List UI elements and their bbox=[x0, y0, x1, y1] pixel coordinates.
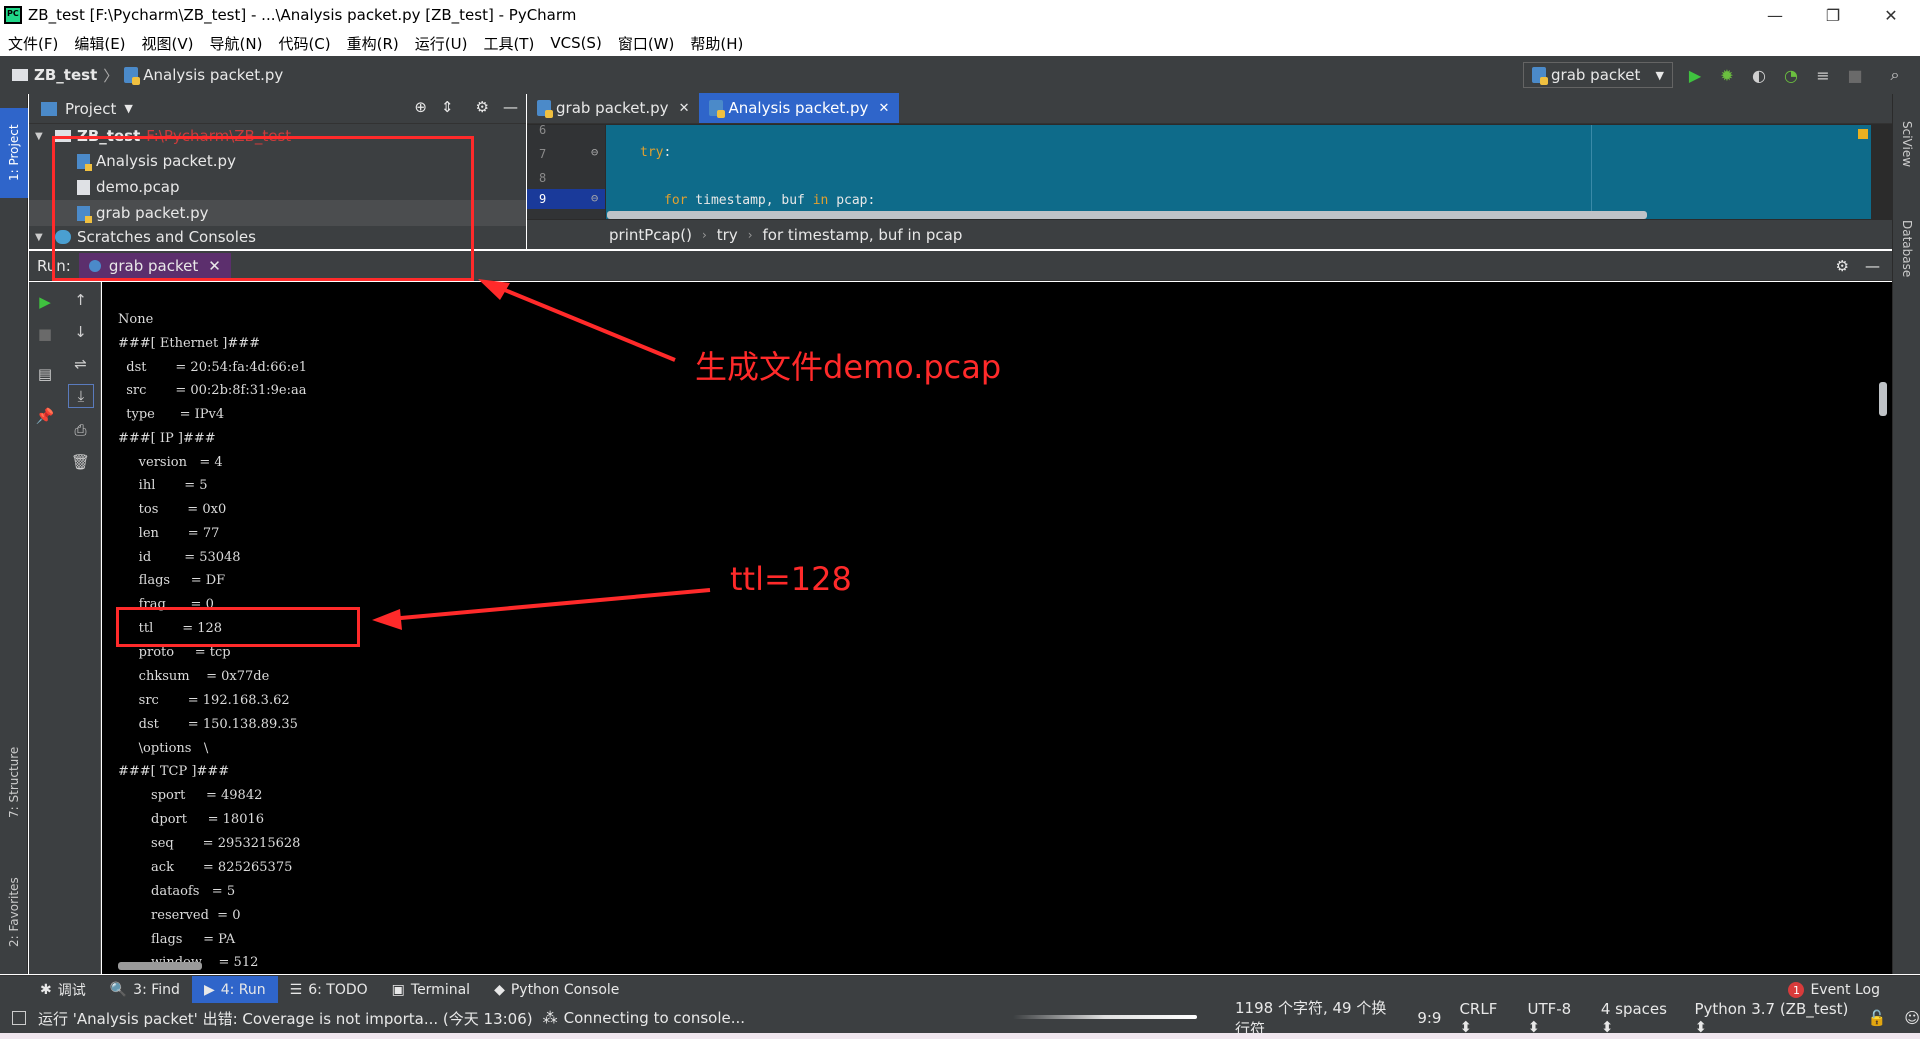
error-badge: 1 bbox=[1788, 982, 1805, 998]
status-bar: 运行 'Analysis packet' 出错: Coverage is not… bbox=[0, 999, 1920, 1038]
annotation-ttl-note: ttl=128 bbox=[730, 560, 852, 598]
status-encoding[interactable]: UTF-8 ⬍ bbox=[1527, 1000, 1582, 1036]
status-caret-position[interactable]: 9:9 bbox=[1417, 1009, 1441, 1027]
tool-tab-label: Python Console bbox=[510, 981, 620, 998]
toggle-tool-windows-icon[interactable] bbox=[12, 1011, 26, 1025]
status-indent[interactable]: 4 spaces ⬍ bbox=[1601, 1000, 1677, 1036]
tool-tab-terminal[interactable]: ▣ Terminal bbox=[380, 976, 482, 1004]
annotation-file-note: 生成文件demo.pcap bbox=[695, 348, 1002, 386]
progress-bar bbox=[1013, 1015, 1197, 1019]
status-message[interactable]: 运行 'Analysis packet' 出错: Coverage is not… bbox=[38, 1008, 533, 1029]
tool-tab-label: 调试 bbox=[57, 982, 86, 999]
taskbar-edge bbox=[0, 1033, 1920, 1039]
run-icon: ▶ bbox=[203, 981, 215, 998]
debug-icon: ✱ bbox=[40, 981, 52, 998]
lock-icon[interactable]: 🔓 bbox=[1868, 1009, 1887, 1027]
list-icon: ☰ bbox=[289, 981, 303, 998]
tool-window-bar: ✱ 调试 🔍 3: Find ▶ 4: Run ☰ 6: TODO ▣ Term… bbox=[0, 975, 1920, 1004]
tool-tab-find[interactable]: 🔍 3: Find bbox=[98, 976, 192, 1004]
terminal-icon: ▣ bbox=[391, 981, 405, 998]
tool-tab-python-console[interactable]: ◆ Python Console bbox=[482, 976, 631, 1004]
spinner-icon: ⁂ bbox=[542, 1009, 558, 1027]
python-icon: ◆ bbox=[494, 981, 505, 998]
status-interpreter[interactable]: Python 3.7 (ZB_test) ⬍ bbox=[1694, 1000, 1849, 1036]
tool-tab-label: 3: Find bbox=[133, 981, 180, 998]
tool-tab-run[interactable]: ▶ 4: Run bbox=[191, 975, 278, 1004]
status-right: 1198 个字符, 49 个换行符 9:9 CRLF ⬍ UTF-8 ⬍ 4 s… bbox=[1235, 999, 1920, 1038]
status-line-separator[interactable]: CRLF ⬍ bbox=[1459, 1000, 1509, 1036]
tool-tab-label: 4: Run bbox=[220, 981, 266, 998]
tool-tab-label: 6: TODO bbox=[308, 981, 368, 998]
inspector-icon[interactable]: ☺ bbox=[1904, 1009, 1920, 1027]
tool-tab-label: Terminal bbox=[410, 981, 471, 998]
event-log-label: Event Log bbox=[1810, 982, 1880, 998]
tool-tab-debug[interactable]: ✱ 调试 bbox=[28, 976, 98, 1004]
tool-tab-todo[interactable]: ☰ 6: TODO bbox=[278, 976, 380, 1004]
status-connecting: Connecting to console... bbox=[563, 1009, 746, 1027]
search-icon: 🔍 bbox=[109, 981, 128, 998]
annotation-arrows bbox=[372, 279, 711, 630]
